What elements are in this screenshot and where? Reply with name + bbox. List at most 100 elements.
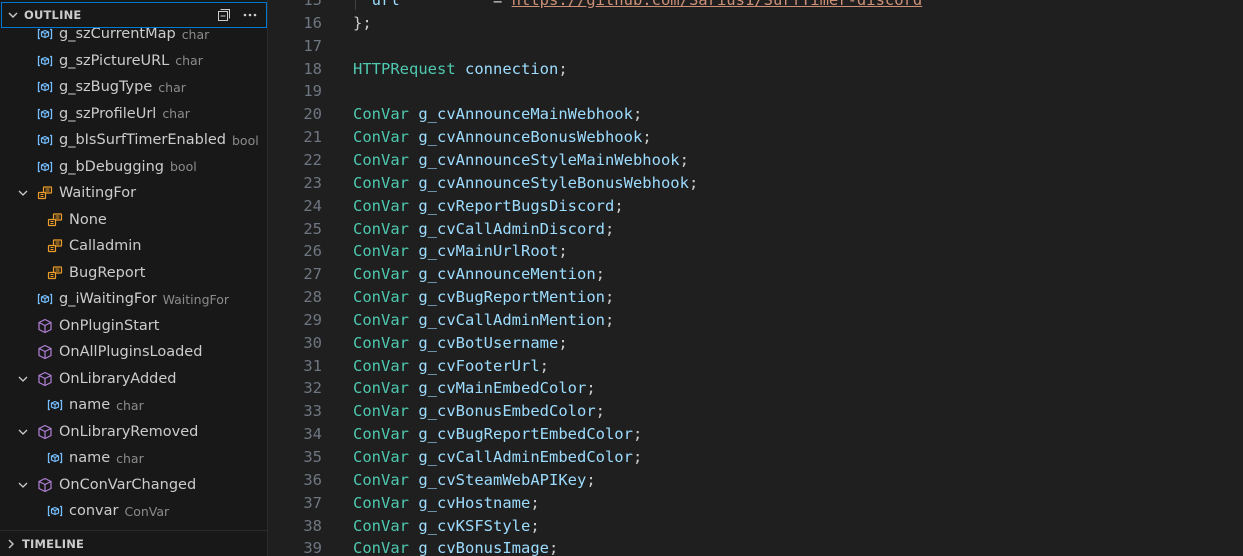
outline-item[interactable]: None <box>0 207 267 233</box>
code-token: g_cvBugReportMention <box>418 288 605 307</box>
code-token: ; <box>595 265 605 284</box>
chevron-right-icon[interactable] <box>0 538 22 550</box>
code-line[interactable]: 34 ConVar g_cvBugReportEmbedColor; <box>268 423 1243 445</box>
code-token: ; <box>679 150 689 169</box>
line-number: 26 <box>303 242 322 261</box>
outline-item-name: name <box>69 397 111 413</box>
code-line[interactable]: 20 ConVar g_cvAnnounceMainWebhook; <box>268 103 1243 125</box>
code-line[interactable]: 36 ConVar g_cvSteamWebAPIKey; <box>268 469 1243 491</box>
outline-item-type: ConVar <box>124 503 170 519</box>
code-text: ConVar g_cvCallAdminDiscord; <box>353 218 614 240</box>
outline-item[interactable]: g_szBugType char <box>0 74 267 100</box>
outline-item[interactable]: name char <box>0 445 267 471</box>
code-line[interactable]: 31 ConVar g_cvFooterUrl; <box>268 355 1243 377</box>
code-text: ConVar g_cvAnnounceBonusWebhook; <box>353 126 652 148</box>
outline-item[interactable]: WaitingFor <box>0 180 267 206</box>
code-line[interactable]: 30 ConVar g_cvBotUsername; <box>268 332 1243 354</box>
chevron-down-icon[interactable] <box>16 372 30 386</box>
outline-item[interactable]: OnPluginStart <box>0 313 267 339</box>
code-line[interactable]: 27 ConVar g_cvAnnounceMention; <box>268 263 1243 285</box>
more-actions-icon[interactable] <box>242 7 258 23</box>
variable-icon <box>36 132 54 148</box>
chevron-down-icon[interactable] <box>16 478 30 492</box>
outline-item-name: g_bIsSurfTimerEnabled <box>59 132 226 148</box>
outline-item-name: OnAllPluginsLoaded <box>59 344 203 360</box>
code-line[interactable]: 33 ConVar g_cvBonusEmbedColor; <box>268 400 1243 422</box>
code-line[interactable]: 28 ConVar g_cvBugReportMention; <box>268 286 1243 308</box>
code-line[interactable]: 19 <box>268 80 1243 102</box>
code-line[interactable]: 32 ConVar g_cvMainEmbedColor; <box>268 377 1243 399</box>
line-number: 20 <box>303 105 322 124</box>
outline-item-name: name <box>69 450 111 466</box>
collapse-all-icon[interactable] <box>216 7 232 23</box>
outline-item[interactable]: OnLibraryRemoved <box>0 419 267 445</box>
code-text: ConVar g_cvCallAdminEmbedColor; <box>353 446 642 468</box>
outline-item[interactable]: name char <box>0 392 267 418</box>
code-token: ; <box>614 196 624 215</box>
outline-actions <box>216 7 266 23</box>
code-line[interactable]: 39 ConVar g_cvBonusImage; <box>268 537 1243 556</box>
code-line[interactable]: 29 ConVar g_cvCallAdminMention; <box>268 309 1243 331</box>
outline-tree[interactable]: g_szCurrentMap char g_szPictureURL char g_… <box>0 20 267 530</box>
outline-item-name: OnLibraryAdded <box>59 370 177 387</box>
code-line[interactable]: 18 HTTPRequest connection; <box>268 58 1243 80</box>
outline-item-name: convar <box>69 503 119 519</box>
code-token: ConVar <box>353 356 409 375</box>
outline-item-type: bool <box>232 132 259 148</box>
code-text: ConVar g_cvFooterUrl; <box>353 355 549 377</box>
outline-item[interactable]: g_iWaitingFor WaitingFor <box>0 286 267 312</box>
code-line[interactable]: 38 ConVar g_cvKSFStyle; <box>268 515 1243 537</box>
code-editor[interactable]: 15 url = https://github.com/Sarius1/Surf… <box>268 0 1243 556</box>
code-token: = <box>399 0 512 9</box>
chevron-down-icon[interactable] <box>16 425 30 439</box>
outline-item[interactable]: OnLibraryAdded <box>0 366 267 392</box>
chevron-down-icon[interactable] <box>16 186 30 200</box>
outline-item[interactable]: g_bIsSurfTimerEnabled bool <box>0 127 267 153</box>
outline-item[interactable]: g_bDebugging bool <box>0 154 267 180</box>
code-link[interactable]: https://github.com/Sarius1/SurfTimer-dis… <box>512 0 923 9</box>
line-number: 29 <box>303 310 322 329</box>
outline-section-header[interactable]: OUTLINE <box>1 2 267 28</box>
outline-item[interactable]: g_szProfileUrl char <box>0 101 267 127</box>
code-token: g_cvFooterUrl <box>418 356 540 375</box>
code-line[interactable]: 26 ConVar g_cvMainUrlRoot; <box>268 240 1243 262</box>
code-line[interactable]: 17 <box>268 35 1243 57</box>
code-token: g_cvAnnounceMention <box>418 265 596 284</box>
outline-title: OUTLINE <box>24 8 82 22</box>
code-text: ConVar g_cvSteamWebAPIKey; <box>353 469 596 491</box>
code-line[interactable]: 24 ConVar g_cvReportBugsDiscord; <box>268 195 1243 217</box>
code-text: ConVar g_cvAnnounceMainWebhook; <box>353 103 642 125</box>
code-token: ; <box>604 219 615 238</box>
outline-item[interactable]: BugReport <box>0 260 267 286</box>
code-text: ConVar g_cvAnnounceMention; <box>353 263 605 285</box>
code-line[interactable]: 23 ConVar g_cvAnnounceStyleBonusWebhook; <box>268 172 1243 194</box>
outline-item[interactable]: Calladmin <box>0 233 267 259</box>
outline-item-name: None <box>69 211 107 228</box>
code-line[interactable]: 21 ConVar g_cvAnnounceBonusWebhook; <box>268 126 1243 148</box>
code-line[interactable]: 35 ConVar g_cvCallAdminEmbedColor; <box>268 446 1243 468</box>
code-text: ConVar g_cvMainUrlRoot; <box>353 240 568 262</box>
outline-item[interactable]: g_szPictureURL char <box>0 48 267 74</box>
chevron-down-icon[interactable] <box>2 9 24 21</box>
outline-item[interactable]: convar ConVar <box>0 498 267 524</box>
code-line[interactable]: 22 ConVar g_cvAnnounceStyleMainWebhook; <box>268 149 1243 171</box>
code-line[interactable]: 15 url = https://github.com/Sarius1/Surf… <box>268 0 1243 11</box>
code-line[interactable]: 16}; <box>268 12 1243 34</box>
method-icon <box>36 318 54 334</box>
outline-item[interactable]: OnConVarChanged <box>0 472 267 498</box>
code-token: g_cvAnnounceBonusWebhook <box>418 128 643 147</box>
line-number: 23 <box>303 173 322 192</box>
timeline-section-header[interactable]: TIMELINE <box>0 530 267 556</box>
outline-item[interactable]: OnAllPluginsLoaded <box>0 339 267 365</box>
code-line[interactable]: 37 ConVar g_cvHostname; <box>268 492 1243 514</box>
code-token: ConVar <box>353 173 409 192</box>
code-line[interactable]: 25 ConVar g_cvCallAdminDiscord; <box>268 218 1243 240</box>
code-token: g_cvAnnounceMainWebhook <box>418 105 633 124</box>
